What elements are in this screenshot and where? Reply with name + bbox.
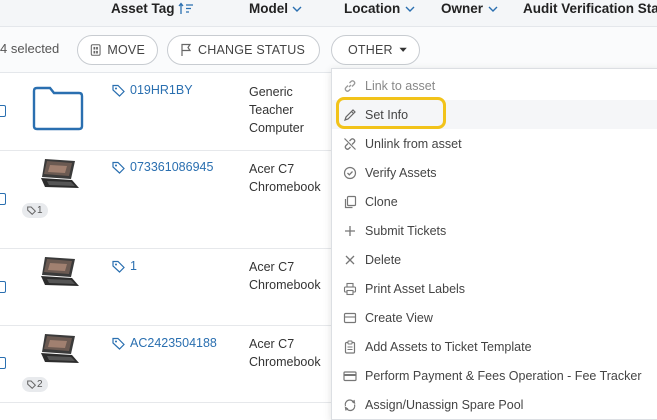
tag-icon xyxy=(112,337,125,350)
menu-item-label: Create View xyxy=(365,310,433,325)
change-status-button[interactable]: CHANGE STATUS xyxy=(167,35,320,65)
column-header-location[interactable]: Location xyxy=(344,0,417,18)
printer-icon xyxy=(342,281,358,297)
plus-icon xyxy=(342,223,358,239)
other-button-label: OTHER xyxy=(348,43,393,57)
chevron-down-icon[interactable] xyxy=(291,4,303,14)
menu-item-label: Print Asset Labels xyxy=(365,281,466,296)
ticket-count: 1 xyxy=(37,205,43,216)
row-checkbox[interactable] xyxy=(0,105,6,117)
menu-item-label: Link to asset xyxy=(365,78,436,93)
clipboard-icon xyxy=(342,339,358,355)
column-header-asset-tag[interactable]: Asset Tag xyxy=(111,0,194,18)
ticket-badge[interactable]: 1 xyxy=(22,203,48,218)
chevron-down-icon[interactable] xyxy=(403,4,417,14)
link-icon xyxy=(342,78,358,94)
move-icon xyxy=(90,44,101,56)
clone-icon xyxy=(342,194,358,210)
view-icon xyxy=(342,310,358,326)
menu-item-print-asset-labels[interactable]: Print Asset Labels xyxy=(332,274,657,303)
asset-tag-text: 019HR1BY xyxy=(130,83,193,97)
menu-item-label: Assign/Unassign Spare Pool xyxy=(365,397,524,412)
menu-item-label: Unlink from asset xyxy=(365,136,462,151)
payment-icon xyxy=(342,368,358,384)
flag-icon xyxy=(181,43,192,56)
row-checkbox[interactable] xyxy=(0,357,6,369)
menu-item-link-to-asset[interactable]: Link to asset xyxy=(332,71,657,100)
model-text: Generic Teacher Computer xyxy=(249,85,304,135)
menu-item-label: Add Assets to Ticket Template xyxy=(365,339,532,354)
tag-icon xyxy=(112,84,125,97)
tag-icon xyxy=(112,161,125,174)
row-checkbox[interactable] xyxy=(0,193,6,205)
column-header-model[interactable]: Model xyxy=(249,0,303,18)
column-header-label: Owner xyxy=(441,1,484,16)
column-header-label: Location xyxy=(344,1,401,16)
ticket-badge[interactable]: 2 xyxy=(22,377,48,392)
column-header-label: Audit Verification Sta xyxy=(523,1,657,16)
menu-item-clone[interactable]: Clone xyxy=(332,187,657,216)
menu-item-unlink-from-asset[interactable]: Unlink from asset xyxy=(332,129,657,158)
model-text: Acer C7 Chromebook xyxy=(249,260,321,292)
highlight-annotation xyxy=(336,97,446,129)
chevron-down-icon[interactable] xyxy=(486,4,500,14)
row-checkbox[interactable] xyxy=(0,281,6,293)
change-status-button-label: CHANGE STATUS xyxy=(198,43,306,57)
sort-icon[interactable] xyxy=(178,2,194,16)
menu-item-label: Submit Tickets xyxy=(365,223,447,238)
column-header-label: Asset Tag xyxy=(111,1,175,16)
menu-item-label: Delete xyxy=(365,252,402,267)
verify-icon xyxy=(342,165,358,181)
asset-tag-link[interactable]: 073361086945 xyxy=(112,160,213,174)
column-header-owner[interactable]: Owner xyxy=(441,0,500,18)
swap-icon xyxy=(342,397,358,413)
other-button[interactable]: OTHER xyxy=(331,35,420,65)
column-header-label: Model xyxy=(249,1,288,16)
table-header: Asset Tag Model Location Owner Audit Ver… xyxy=(0,0,657,27)
close-icon xyxy=(342,252,358,268)
asset-tag-text: 1 xyxy=(130,259,137,273)
model-text: Acer C7 Chromebook xyxy=(249,162,321,194)
menu-item-delete[interactable]: Delete xyxy=(332,245,657,274)
laptop-image xyxy=(41,257,79,286)
selected-count: 4 selected xyxy=(0,41,60,56)
caret-down-icon xyxy=(399,47,407,52)
column-header-audit[interactable]: Audit Verification Sta xyxy=(523,0,657,18)
laptop-image xyxy=(41,334,79,363)
menu-item-label: Verify Assets xyxy=(365,165,437,180)
laptop-image xyxy=(41,159,79,188)
ticket-count: 2 xyxy=(37,379,43,390)
menu-item-create-view[interactable]: Create View xyxy=(332,303,657,332)
tag-icon xyxy=(112,260,125,273)
bulk-action-toolbar: 4 selected MOVE CHANGE STATUS OTHER xyxy=(0,27,657,73)
asset-tag-link[interactable]: AC2423504188 xyxy=(112,336,217,350)
move-button-label: MOVE xyxy=(107,43,145,57)
folder-icon xyxy=(32,86,84,131)
menu-item-label: Clone xyxy=(365,194,398,209)
asset-tag-link[interactable]: 1 xyxy=(112,259,137,273)
tag-icon xyxy=(27,206,36,215)
unlink-icon xyxy=(342,136,358,152)
menu-item-assign-spare-pool[interactable]: Assign/Unassign Spare Pool xyxy=(332,390,657,419)
asset-tag-link[interactable]: 019HR1BY xyxy=(112,83,193,97)
asset-tag-text: 073361086945 xyxy=(130,160,214,174)
move-button[interactable]: MOVE xyxy=(77,35,158,65)
asset-tag-text: AC2423504188 xyxy=(130,336,217,350)
model-text: Acer C7 Chromebook xyxy=(249,337,321,369)
menu-item-label: Perform Payment & Fees Operation - Fee T… xyxy=(365,368,642,383)
menu-item-add-assets-to-ticket-template[interactable]: Add Assets to Ticket Template xyxy=(332,332,657,361)
menu-item-verify-assets[interactable]: Verify Assets xyxy=(332,158,657,187)
menu-item-submit-tickets[interactable]: Submit Tickets xyxy=(332,216,657,245)
menu-item-payment-fees[interactable]: Perform Payment & Fees Operation - Fee T… xyxy=(332,361,657,390)
tag-icon xyxy=(27,380,36,389)
